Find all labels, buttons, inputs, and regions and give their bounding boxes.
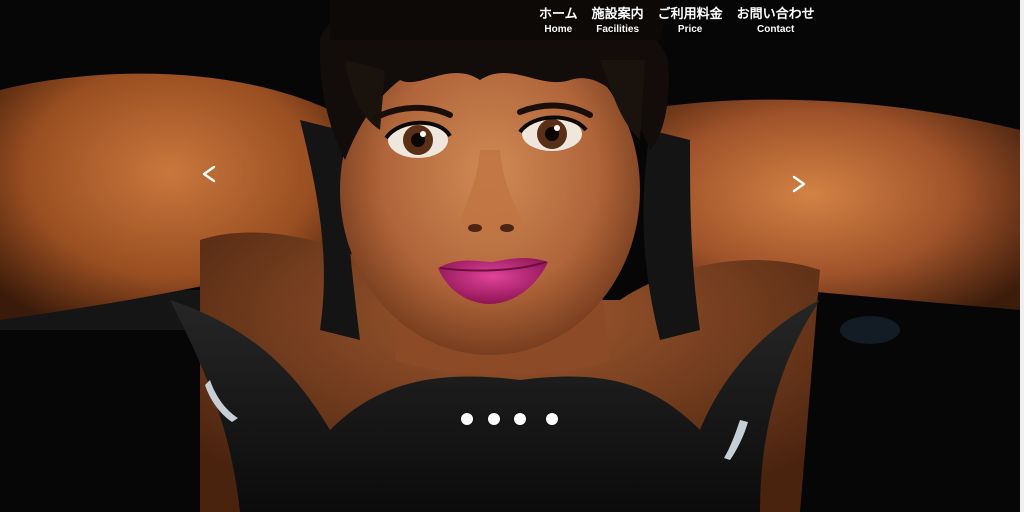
carousel-dot[interactable] (461, 413, 473, 425)
nav-label-en: Facilities (596, 24, 640, 35)
carousel-pagination (461, 413, 558, 425)
carousel-prev-button[interactable] (201, 165, 231, 195)
hero-slider: ホーム Home 施設案内 Facilities ご利用料金 Price お問い合わせ Con… (0, 0, 1020, 512)
nav-item-home[interactable]: ホーム Home (532, 6, 585, 36)
nav-label-jp: お問い合わせ (736, 7, 815, 22)
scrollbar-track[interactable] (1020, 0, 1024, 512)
carousel-dot[interactable] (514, 413, 526, 425)
nav-label-en: Price (677, 24, 703, 35)
nav-item-contact[interactable]: お問い合わせ Contact (730, 6, 822, 36)
carousel-dot[interactable] (545, 413, 558, 425)
nav-label-jp: ホーム (539, 7, 578, 22)
nav-item-price[interactable]: ご利用料金 Price (651, 6, 730, 36)
chevron-right-icon (792, 175, 806, 193)
main-nav: ホーム Home 施設案内 Facilities ご利用料金 Price お問い合わせ Con… (532, 6, 822, 36)
chevron-left-icon (202, 165, 216, 183)
nav-label-jp: ご利用料金 (657, 7, 723, 22)
nav-label-jp: 施設案内 (591, 7, 644, 22)
page: ホーム Home 施設案内 Facilities ご利用料金 Price お問い合わせ Con… (0, 0, 1024, 512)
nav-label-en: Home (544, 24, 573, 35)
carousel-dot[interactable] (487, 413, 500, 425)
nav-label-en: Contact (757, 24, 795, 35)
carousel-next-button[interactable] (791, 175, 821, 205)
hero-image (0, 0, 1020, 512)
nav-item-facilities[interactable]: 施設案内 Facilities (585, 6, 651, 36)
